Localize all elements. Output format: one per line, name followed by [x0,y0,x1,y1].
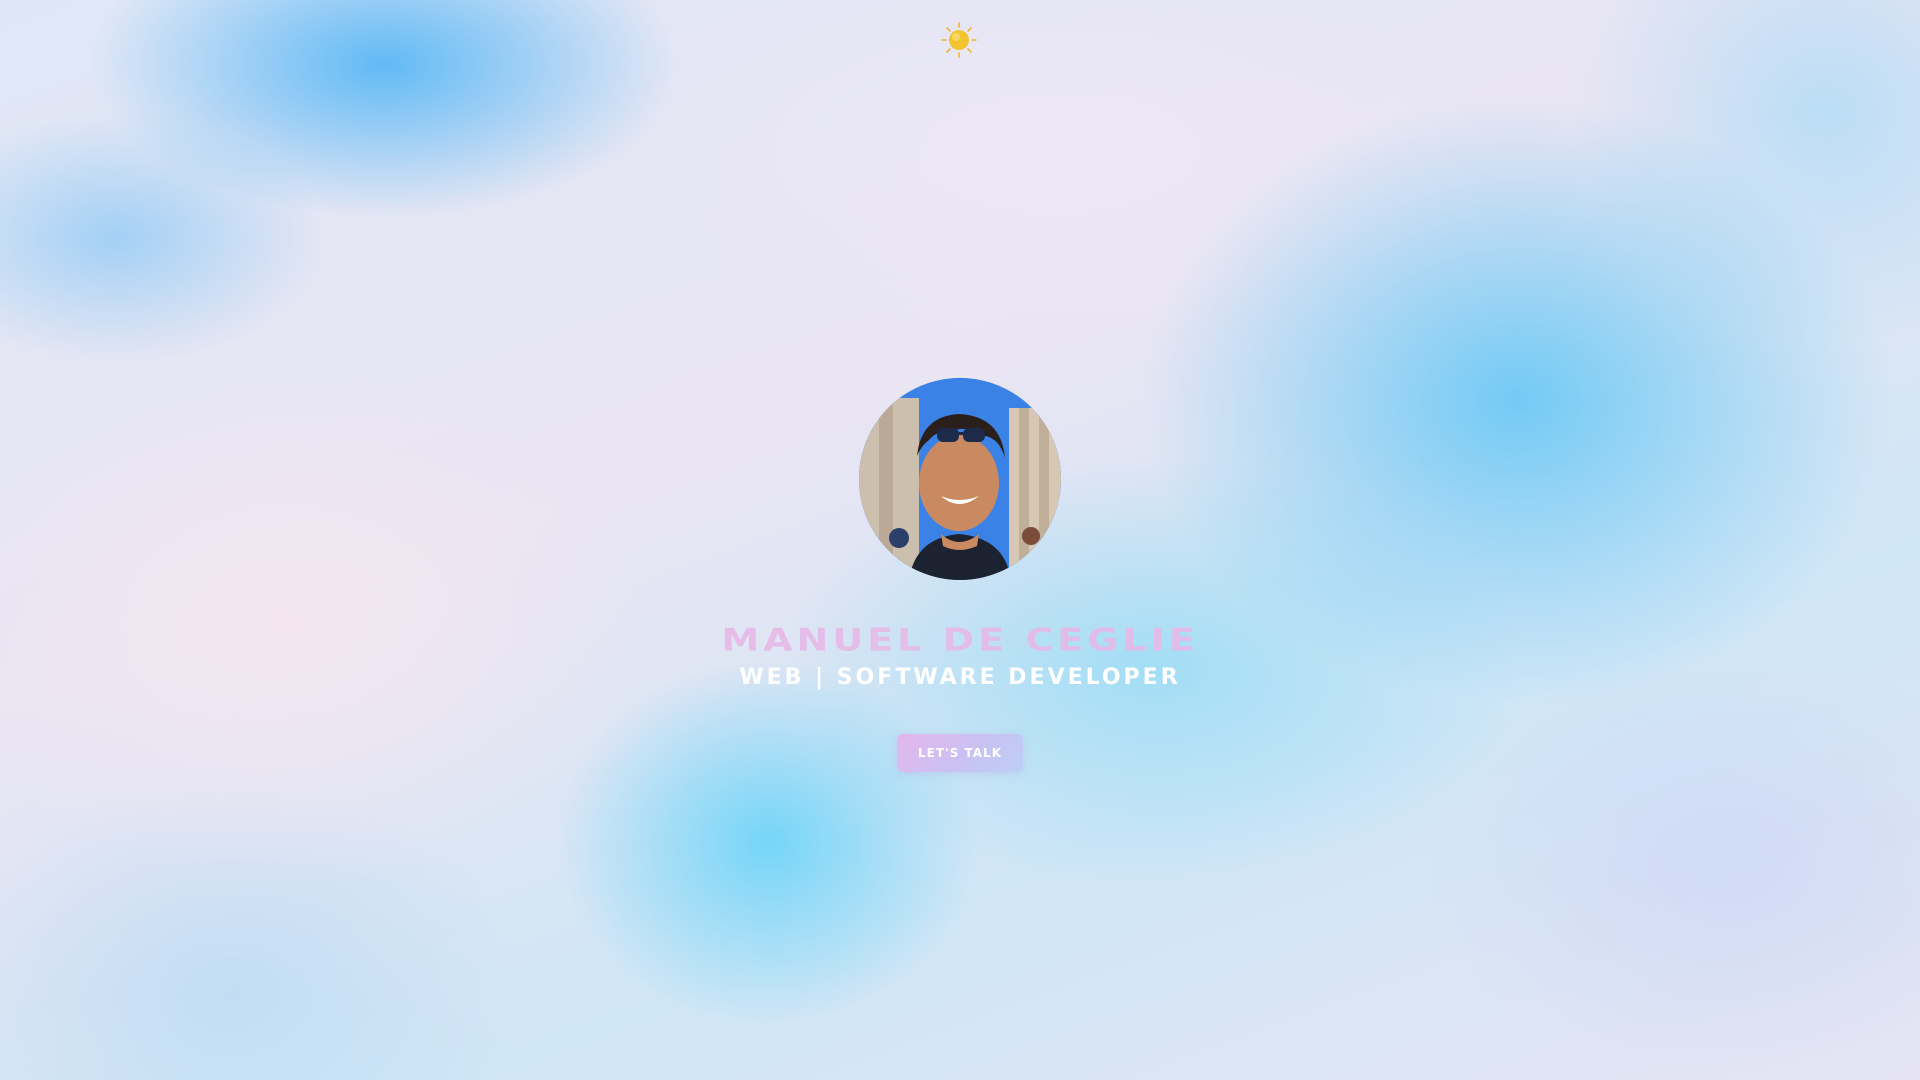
hero-name: MANUEL DE CEGLIE [721,621,1199,659]
theme-toggle-button[interactable] [940,21,978,59]
lets-talk-button[interactable]: LET'S TALK [897,734,1023,772]
avatar-photo [859,378,1061,580]
avatar [859,378,1061,580]
hero-role: WEB | SOFTWARE DEVELOPER [739,665,1181,690]
hero-section: MANUEL DE CEGLIE WEB | SOFTWARE DEVELOPE… [0,378,1920,772]
sun-icon [941,22,977,58]
